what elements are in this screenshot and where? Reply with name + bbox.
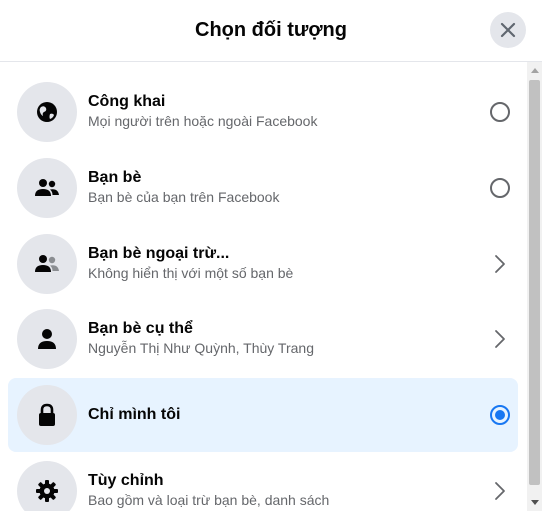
lock-icon <box>39 403 55 426</box>
option-title: Chỉ mình tôi <box>88 406 181 423</box>
radio-button[interactable] <box>488 403 512 427</box>
radio-unselected <box>490 178 510 198</box>
chevron-right-icon <box>495 255 505 273</box>
chevron-button[interactable] <box>488 479 512 503</box>
icon-circle <box>17 158 77 218</box>
person-icon <box>38 329 56 349</box>
scroll-thumb[interactable] <box>529 80 540 485</box>
audience-option-only-me[interactable]: Chỉ mình tôi <box>8 378 518 452</box>
audience-option-public[interactable]: Công khai Mọi người trên hoặc ngoài Face… <box>8 75 518 149</box>
scroll-up-arrow-icon[interactable] <box>531 68 539 73</box>
option-subtitle: Không hiển thị với một số bạn bè <box>88 265 294 281</box>
chevron-button[interactable] <box>488 252 512 276</box>
audience-option-friends[interactable]: Bạn bè Bạn bè của bạn trên Facebook <box>8 151 518 225</box>
option-title: Tùy chỉnh <box>88 472 164 489</box>
icon-circle <box>17 82 77 142</box>
option-title: Công khai <box>88 93 166 110</box>
dialog-header: Chọn đối tượng <box>0 0 542 62</box>
radio-button[interactable] <box>488 100 512 124</box>
radio-unselected <box>490 102 510 122</box>
audience-option-custom[interactable]: Tùy chỉnh Bao gồm và loại trừ bạn bè, da… <box>8 454 518 511</box>
option-title: Bạn bè ngoại trừ... <box>88 245 230 262</box>
option-title: Bạn bè cụ thể <box>88 320 193 337</box>
icon-circle <box>17 309 77 369</box>
chevron-button[interactable] <box>488 327 512 351</box>
option-subtitle: Nguyễn Thị Như Quỳnh, Thùy Trang <box>88 340 314 356</box>
scroll-down-arrow-icon[interactable] <box>531 500 539 505</box>
radio-button[interactable] <box>488 176 512 200</box>
close-icon <box>500 22 516 38</box>
option-subtitle: Bao gồm và loại trừ bạn bè, danh sách <box>88 492 330 508</box>
dialog-title: Chọn đối tượng <box>195 19 347 41</box>
icon-circle <box>17 234 77 294</box>
friends-icon <box>35 179 59 196</box>
chevron-right-icon <box>495 482 505 500</box>
option-subtitle: Mọi người trên hoặc ngoài Facebook <box>88 113 318 129</box>
scrollbar[interactable] <box>527 62 542 511</box>
close-button[interactable] <box>490 12 526 48</box>
radio-selected <box>490 405 510 425</box>
chevron-right-icon <box>495 330 505 348</box>
audience-option-friends-except[interactable]: Bạn bè ngoại trừ... Không hiển thị với m… <box>8 227 518 301</box>
globe-icon <box>37 102 57 122</box>
friends-except-icon <box>35 255 59 272</box>
gear-icon <box>36 480 58 502</box>
icon-circle <box>17 461 77 511</box>
audience-list: Công khai Mọi người trên hoặc ngoài Face… <box>0 62 526 511</box>
icon-circle <box>17 385 77 445</box>
option-title: Bạn bè <box>88 169 142 186</box>
audience-option-specific-friends[interactable]: Bạn bè cụ thể Nguyễn Thị Như Quỳnh, Thùy… <box>8 302 518 376</box>
option-subtitle: Bạn bè của bạn trên Facebook <box>88 189 280 205</box>
